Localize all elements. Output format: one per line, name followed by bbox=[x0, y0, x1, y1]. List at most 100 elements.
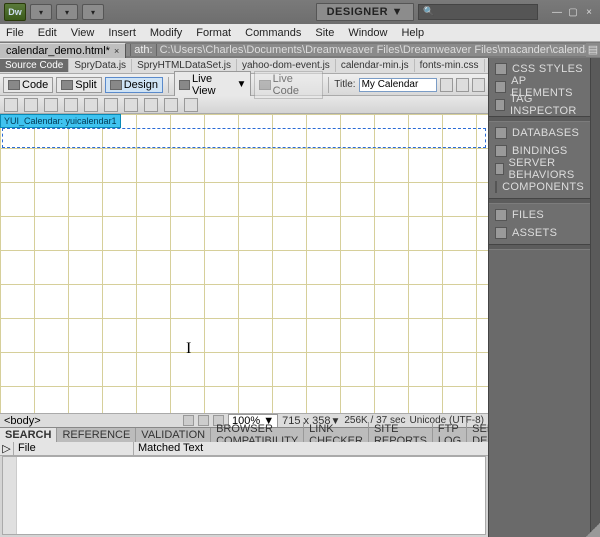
code-view-button[interactable]: Code bbox=[3, 77, 53, 93]
widget-tag[interactable]: YUI_Calendar: yuicalendar1 bbox=[0, 114, 121, 128]
refresh-tb-icon[interactable] bbox=[472, 78, 485, 92]
code-icon bbox=[8, 80, 20, 90]
menu-help[interactable]: Help bbox=[401, 27, 424, 39]
related-file[interactable]: calendar-min.js bbox=[336, 59, 415, 72]
open-icon[interactable] bbox=[24, 98, 38, 112]
menu-edit[interactable]: Edit bbox=[38, 27, 57, 39]
panel-group-css: CSS STYLES AP ELEMENTS TAG INSPECTOR bbox=[489, 58, 590, 116]
save-icon[interactable] bbox=[44, 98, 58, 112]
print-icon[interactable] bbox=[84, 98, 98, 112]
css-icon bbox=[495, 63, 507, 75]
window-controls: — ▢ × bbox=[550, 6, 596, 18]
redo-icon[interactable] bbox=[184, 98, 198, 112]
panel-server-behaviors[interactable]: SERVER BEHAVIORS bbox=[489, 160, 590, 178]
results-run-icon[interactable]: ▷ bbox=[0, 442, 14, 455]
close-button[interactable]: × bbox=[582, 6, 596, 18]
new-icon[interactable] bbox=[4, 98, 18, 112]
related-file[interactable]: SpryData.js bbox=[69, 59, 132, 72]
menu-commands[interactable]: Commands bbox=[245, 27, 301, 39]
standard-toolbar bbox=[0, 96, 488, 114]
paste-icon[interactable] bbox=[144, 98, 158, 112]
saveall-icon[interactable] bbox=[64, 98, 78, 112]
site-dropdown[interactable]: ▾ bbox=[82, 4, 104, 20]
panel-files[interactable]: FILES bbox=[489, 206, 590, 224]
app-window: Dw ▾ ▾ ▾ DESIGNER ▼ 🔍 — ▢ × File Edit Vi… bbox=[0, 0, 600, 537]
workspace-switcher[interactable]: DESIGNER ▼ bbox=[316, 3, 414, 21]
menu-site[interactable]: Site bbox=[315, 27, 334, 39]
menu-format[interactable]: Format bbox=[196, 27, 231, 39]
results-tabs: SEARCH REFERENCE VALIDATION BROWSER COMP… bbox=[0, 428, 488, 442]
text-cursor-icon: I bbox=[186, 340, 191, 358]
doc-tab-label: calendar_demo.html* bbox=[6, 45, 110, 57]
resize-grip-icon[interactable] bbox=[586, 523, 600, 537]
panel-tag-inspector[interactable]: TAG INSPECTOR bbox=[489, 96, 590, 114]
undo-icon[interactable] bbox=[164, 98, 178, 112]
select-tool-icon[interactable] bbox=[183, 415, 194, 426]
panel-label: COMPONENTS bbox=[502, 181, 584, 193]
menu-view[interactable]: View bbox=[71, 27, 95, 39]
side-panels: CSS STYLES AP ELEMENTS TAG INSPECTOR DAT… bbox=[488, 58, 590, 537]
panel-menu-icon[interactable]: ▤ bbox=[586, 43, 600, 57]
panel-components[interactable]: COMPONENTS bbox=[489, 178, 590, 196]
tag-selector[interactable]: <body> bbox=[0, 415, 45, 427]
components-icon bbox=[495, 181, 497, 193]
design-canvas[interactable]: YUI_Calendar: yuicalendar1 I bbox=[0, 114, 488, 413]
copy-icon[interactable] bbox=[124, 98, 138, 112]
minimize-button[interactable]: — bbox=[550, 6, 564, 18]
title-label: Title: bbox=[334, 79, 355, 90]
server-icon bbox=[495, 163, 504, 175]
menu-insert[interactable]: Insert bbox=[108, 27, 136, 39]
split-icon bbox=[61, 80, 73, 90]
path-prefix: ath: bbox=[130, 44, 156, 56]
panel-label: DATABASES bbox=[512, 127, 579, 139]
layout-dropdown[interactable]: ▾ bbox=[30, 4, 52, 20]
panel-assets[interactable]: ASSETS bbox=[489, 224, 590, 242]
menu-modify[interactable]: Modify bbox=[150, 27, 182, 39]
preview-icon[interactable] bbox=[456, 78, 469, 92]
title-input[interactable] bbox=[359, 78, 437, 92]
livecode-label: Live Code bbox=[273, 73, 319, 97]
related-file[interactable]: Source Code bbox=[0, 59, 69, 72]
cut-icon[interactable] bbox=[104, 98, 118, 112]
ap-icon bbox=[495, 81, 506, 93]
results-body[interactable] bbox=[2, 456, 486, 535]
doc-tab-calendar[interactable]: calendar_demo.html* × bbox=[0, 43, 126, 58]
db-icon bbox=[495, 127, 507, 139]
path-value: C:\Users\Charles\Documents\Dreamweaver F… bbox=[160, 44, 586, 56]
results-col-matched[interactable]: Matched Text bbox=[134, 442, 488, 455]
results-panel: SEARCH REFERENCE VALIDATION BROWSER COMP… bbox=[0, 427, 488, 537]
design-view-button[interactable]: Design bbox=[105, 77, 163, 93]
maximize-button[interactable]: ▢ bbox=[566, 6, 580, 18]
assets-icon bbox=[495, 227, 507, 239]
selected-widget-outline[interactable] bbox=[2, 128, 486, 148]
close-tab-icon[interactable]: × bbox=[114, 46, 119, 56]
split-label: Split bbox=[75, 79, 96, 91]
collapsed-panel-strip[interactable] bbox=[590, 58, 600, 537]
file-mgmt-icon[interactable] bbox=[440, 78, 453, 92]
split-view-button[interactable]: Split bbox=[56, 77, 101, 93]
results-tab-search[interactable]: SEARCH bbox=[0, 428, 57, 442]
design-icon bbox=[110, 80, 122, 90]
live-code-button[interactable]: Live Code bbox=[254, 71, 323, 99]
extend-dropdown[interactable]: ▾ bbox=[56, 4, 78, 20]
files-icon bbox=[495, 209, 507, 221]
live-view-button[interactable]: Live View▼ bbox=[174, 71, 252, 99]
document-tabs: calendar_demo.html* × ath: C:\Users\Charl… bbox=[0, 42, 600, 58]
menu-file[interactable]: File bbox=[6, 27, 24, 39]
search-input[interactable]: 🔍 bbox=[418, 4, 538, 20]
hand-tool-icon[interactable] bbox=[198, 415, 209, 426]
main-area: Source Code SpryData.js SpryHTMLDataSet.… bbox=[0, 58, 600, 537]
panel-databases[interactable]: DATABASES bbox=[489, 124, 590, 142]
panel-label: ASSETS bbox=[512, 227, 557, 239]
results-tab-reference[interactable]: REFERENCE bbox=[57, 428, 136, 442]
results-tab-validation[interactable]: VALIDATION bbox=[136, 428, 211, 442]
work-column: Source Code SpryData.js SpryHTMLDataSet.… bbox=[0, 58, 488, 537]
document-path: ath: C:\Users\Charles\Documents\Dreamweav… bbox=[126, 44, 586, 56]
panel-group-files: FILES ASSETS bbox=[489, 204, 590, 244]
results-col-file[interactable]: File bbox=[14, 442, 134, 455]
results-gutter bbox=[3, 457, 17, 534]
search-icon: 🔍 bbox=[423, 6, 434, 16]
app-logo-icon[interactable]: Dw bbox=[4, 3, 26, 21]
related-file[interactable]: fonts-min.css bbox=[415, 59, 485, 72]
menu-window[interactable]: Window bbox=[348, 27, 387, 39]
